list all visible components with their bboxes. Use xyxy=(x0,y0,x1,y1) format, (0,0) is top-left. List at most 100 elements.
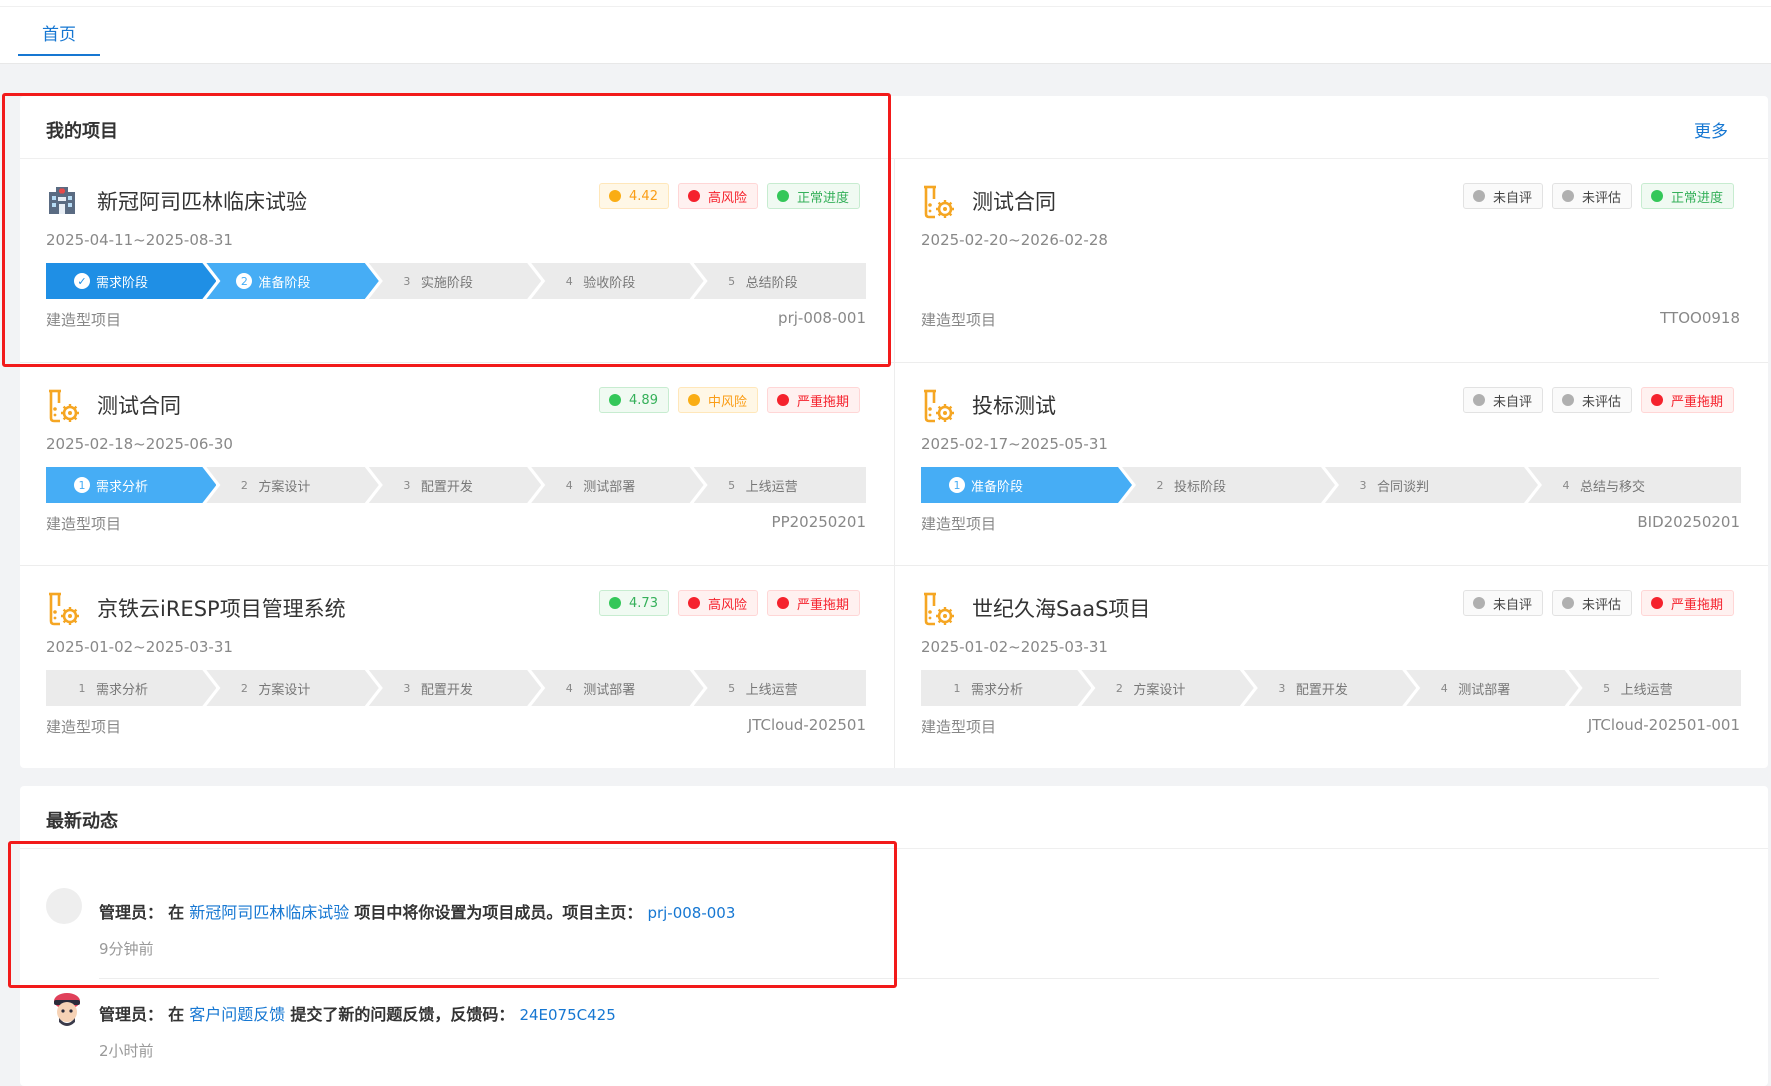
status-dot-icon xyxy=(609,597,622,609)
activity-target-link[interactable]: 新冠阿司匹林临床试验 xyxy=(189,903,349,922)
stage-step[interactable]: 1 需求分析 xyxy=(46,467,216,503)
status-badges: 4.89 中风险 严重拖期 xyxy=(599,387,860,413)
project-card[interactable]: 测试合同 4.89 中风险 严重拖期 2025-02-18~2025-06-30 1 需求分… xyxy=(20,362,894,565)
project-dates: 2025-04-11~2025-08-31 xyxy=(46,231,233,249)
badge-label: 未评估 xyxy=(1581,597,1621,613)
step-number: 3 xyxy=(403,274,411,288)
stage-step[interactable]: 3 配置开发 xyxy=(369,670,541,706)
badge-label: 4.89 xyxy=(629,392,658,408)
status-dot-icon xyxy=(1650,597,1663,609)
stage-step[interactable]: 3 合同谈判 xyxy=(1325,467,1538,503)
stage-step[interactable]: 5 上线运营 xyxy=(693,467,867,503)
activity-text: 管理员： 在 新冠阿司匹林临床试验 项目中将你设置为项目成员。项目主页： prj… xyxy=(99,899,735,923)
flask-gear-icon xyxy=(46,388,79,424)
status-badge: 未评估 xyxy=(1551,183,1632,209)
stage-step[interactable]: 4 测试部署 xyxy=(531,670,703,706)
stage-step[interactable]: 4 测试部署 xyxy=(531,467,703,503)
status-dot-icon xyxy=(687,394,700,406)
step-label: 上线运营 xyxy=(745,682,798,698)
activity-target-link[interactable]: 客户问题反馈 xyxy=(189,1005,285,1024)
activity-code-link[interactable]: prj-008-003 xyxy=(647,904,735,922)
stage-step[interactable]: 2 方案设计 xyxy=(1081,670,1253,706)
step-label: 合同谈判 xyxy=(1377,479,1430,495)
step-number: 4 xyxy=(565,478,573,492)
flask-gear-icon xyxy=(921,591,954,627)
stage-step[interactable]: 2 方案设计 xyxy=(206,670,378,706)
stage-step[interactable]: 2 方案设计 xyxy=(206,467,378,503)
project-card[interactable]: 世纪久海SaaS项目 未自评 未评估 严重拖期 2025-01-02~2025-03-3… xyxy=(894,565,1768,768)
stage-step[interactable]: 3 实施阶段 xyxy=(369,263,541,299)
step-label: 配置开发 xyxy=(1295,682,1348,698)
step-label: 上线运营 xyxy=(1620,682,1673,698)
project-code: JTCloud-202501 xyxy=(747,716,866,734)
project-card[interactable]: 京铁云iRESP项目管理系统 4.73 高风险 严重拖期 2025-01-02~2025… xyxy=(20,565,894,768)
stage-step[interactable]: 2 准备阶段 xyxy=(206,263,378,299)
status-badges: 4.42 高风险 正常进度 xyxy=(599,183,860,209)
status-badge: 正常进度 xyxy=(766,183,860,209)
project-type: 建造型项目 xyxy=(46,311,122,329)
stage-step[interactable]: 4 验收阶段 xyxy=(531,263,703,299)
badge-label: 严重拖期 xyxy=(796,597,849,613)
badge-label: 未自评 xyxy=(1492,190,1532,206)
latest-activity-panel: 最新动态 管理员： 在 新冠阿司匹林临床试验 项目中将你设置为项目成员。项目主页… xyxy=(20,786,1768,1086)
status-dot-icon xyxy=(1472,597,1485,609)
stage-step[interactable]: 5 总结阶段 xyxy=(693,263,867,299)
stage-step[interactable]: 3 配置开发 xyxy=(1244,670,1416,706)
stage-step[interactable]: ✓ 需求阶段 xyxy=(46,263,216,299)
badge-label: 严重拖期 xyxy=(1670,394,1723,410)
tab-home[interactable]: 首页 xyxy=(18,14,100,56)
project-code: BID20250201 xyxy=(1637,513,1740,531)
step-number: 1 xyxy=(949,477,965,493)
step-number: 4 xyxy=(1440,681,1448,695)
divider xyxy=(99,978,1659,979)
stage-progress: 1 需求分析 2 方案设计 3 配置开发 4 测试部署 5 上线运营 xyxy=(921,670,1742,706)
more-link[interactable]: 更多 xyxy=(1694,117,1728,142)
project-name[interactable]: 新冠阿司匹林临床试验 xyxy=(97,186,307,216)
step-number: 1 xyxy=(953,681,961,695)
stage-step[interactable]: 4 测试部署 xyxy=(1406,670,1578,706)
project-card[interactable]: 新冠阿司匹林临床试验 4.42 高风险 正常进度 2025-04-11~2025-08-… xyxy=(20,159,894,362)
project-name[interactable]: 投标测试 xyxy=(972,390,1056,420)
activity-text: 管理员： 在 客户问题反馈 提交了新的问题反馈，反馈码： 24E075C425 xyxy=(99,1001,616,1025)
stage-step[interactable]: 5 上线运营 xyxy=(1568,670,1742,706)
project-name[interactable]: 世纪久海SaaS项目 xyxy=(972,593,1150,623)
stage-step[interactable]: 5 上线运营 xyxy=(693,670,867,706)
status-badge: 严重拖期 xyxy=(766,590,860,616)
activity-time: 9分钟前 xyxy=(99,940,154,958)
project-card[interactable]: 投标测试 未自评 未评估 严重拖期 2025-02-17~2025-05-31 1 准备阶段… xyxy=(894,362,1768,565)
project-name[interactable]: 测试合同 xyxy=(97,390,181,420)
stage-step[interactable]: 2 投标阶段 xyxy=(1122,467,1335,503)
project-code: prj-008-001 xyxy=(778,309,866,327)
stage-step[interactable]: 3 配置开发 xyxy=(369,467,541,503)
project-type: 建造型项目 xyxy=(921,718,997,736)
actor-label: 管理员： xyxy=(99,1005,164,1024)
stage-progress: 1 需求分析 2 方案设计 3 配置开发 4 测试部署 5 上线运营 xyxy=(46,670,867,706)
badge-label: 未评估 xyxy=(1581,190,1621,206)
stage-step[interactable]: 1 需求分析 xyxy=(46,670,216,706)
stage-step[interactable]: 1 需求分析 xyxy=(921,670,1091,706)
status-dot-icon xyxy=(1561,597,1574,609)
step-label: 准备阶段 xyxy=(258,275,311,291)
project-type: 建造型项目 xyxy=(46,515,122,533)
stage-step[interactable]: 4 总结与移交 xyxy=(1528,467,1741,503)
project-name[interactable]: 京铁云iRESP项目管理系统 xyxy=(97,593,346,623)
stage-progress: 1 需求分析 2 方案设计 3 配置开发 4 测试部署 5 上线运营 xyxy=(46,467,867,503)
project-card[interactable]: 测试合同 未自评 未评估 正常进度 2025-02-20~2026-02-28 建造型项目… xyxy=(894,159,1768,362)
step-number: 2 xyxy=(1156,478,1164,492)
stage-step[interactable]: 1 准备阶段 xyxy=(921,467,1132,503)
step-number: 2 xyxy=(1115,681,1123,695)
project-name[interactable]: 测试合同 xyxy=(972,186,1056,216)
flask-gear-icon xyxy=(921,184,954,220)
step-number: 4 xyxy=(565,274,573,288)
panel-title: 最新动态 xyxy=(46,811,118,832)
divider xyxy=(0,6,1771,7)
flask-gear-icon xyxy=(921,388,954,424)
status-dot-icon xyxy=(1650,190,1663,202)
step-number: 1 xyxy=(78,681,86,695)
status-badge: 未评估 xyxy=(1551,387,1632,413)
status-dot-icon xyxy=(687,190,700,202)
status-badge: 4.89 xyxy=(599,387,669,413)
status-badge: 未自评 xyxy=(1462,590,1543,616)
activity-code-link[interactable]: 24E075C425 xyxy=(519,1006,615,1024)
step-label: 需求分析 xyxy=(96,479,149,495)
